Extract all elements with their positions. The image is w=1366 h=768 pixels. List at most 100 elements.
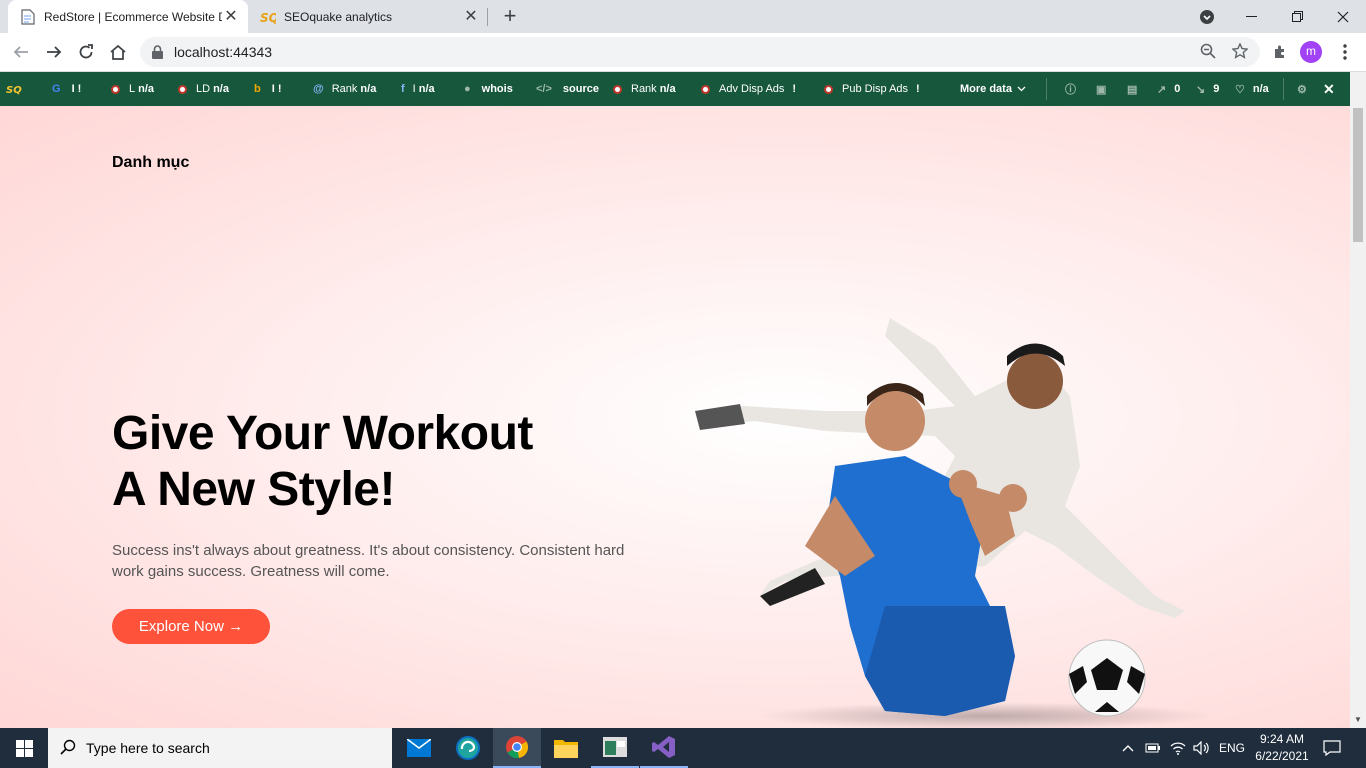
seo-close[interactable]: ✕ [1323,72,1335,106]
seo-item-whois[interactable]: ● whois [464,72,513,106]
seo-item-adv-disp-ads[interactable]: Adv Disp Ads ! [701,72,796,106]
close-icon: ✕ [1323,80,1335,97]
clock-date: 6/22/2021 [1255,749,1309,763]
seo-item-source[interactable]: </> source [536,72,599,106]
tab-title: RedStore | Ecommerce Website D [44,9,222,24]
document-favicon-icon [20,8,36,25]
new-tab-button[interactable]: + [498,5,522,29]
seo-internal-links[interactable]: ↘ 9 [1196,72,1219,106]
notification-icon[interactable] [1323,728,1341,768]
tab-search-icon[interactable] [1190,0,1224,33]
seo-item-google[interactable]: G I ! [52,72,81,106]
tab-title: SEOquake analytics [284,9,393,24]
chevron-down-icon [1017,83,1026,95]
forward-button[interactable] [42,40,66,64]
minimize-button[interactable] [1228,0,1274,33]
seo-info[interactable]: ⓘ [1065,72,1076,106]
search-placeholder: Type here to search [86,740,210,756]
seo-item-pub-disp-ads[interactable]: Pub Disp Ads ! [824,72,920,106]
seo-chart[interactable]: ▤ [1127,72,1137,106]
monitor-icon: ▣ [1096,83,1107,96]
tab-seoquake[interactable]: SQ SEOquake analytics ✕ [248,0,488,33]
seo-item-bing[interactable]: b I ! [254,72,282,106]
google-icon: G [52,83,61,95]
restore-button[interactable] [1274,0,1320,33]
seo-social[interactable]: ♡ n/a [1235,72,1269,106]
lock-icon[interactable] [152,45,163,64]
menu-kebab-icon[interactable] [1333,40,1357,64]
seo-monitor[interactable]: ▣ [1096,72,1106,106]
page-scrollbar[interactable]: ▲ ▼ [1350,72,1366,728]
language-indicator[interactable]: ENG [1219,728,1245,768]
reload-button[interactable] [74,40,98,64]
taskbar-search-box[interactable]: Type here to search [48,728,392,768]
close-tab-icon[interactable]: ✕ [462,8,480,26]
category-menu[interactable]: Danh mục [112,154,189,172]
dot-icon [178,84,187,94]
seo-item-facebook[interactable]: f I n/a [401,72,435,106]
info-icon: ⓘ [1065,84,1076,96]
screen-app-icon[interactable] [591,728,639,768]
seoquake-toolbar: SQ G I ! L n/a LD n/a b I ! @ Rank n/a f… [0,72,1350,106]
dot-icon [613,84,622,94]
wifi-icon[interactable] [1170,728,1186,768]
browser-toolbar: localhost:44343 m [0,33,1366,72]
hero-section: Danh mục Give Your Workout A New Style! … [0,106,1350,728]
zoom-icon[interactable] [1200,43,1216,64]
scrollbar-thumb[interactable] [1353,108,1363,242]
windows-logo-icon [15,739,33,757]
windows-taskbar: Type here to search ENG 9:24 AM 6/22/202… [0,728,1366,768]
headline-line-1: Give Your Workout [112,407,533,460]
file-explorer-icon[interactable] [542,728,590,768]
search-icon [60,739,76,758]
address-bar[interactable]: localhost:44343 [140,37,1260,67]
show-hidden-icons-chevron-icon[interactable] [1122,728,1134,768]
visual-studio-icon[interactable] [640,728,688,768]
home-button[interactable] [106,40,130,64]
hero-headline: Give Your Workout A New Style! [112,406,533,518]
seo-item-links[interactable]: L n/a [111,72,154,106]
hero-subtext: Success ins't always about greatness. It… [112,542,625,580]
svg-text:SQ: SQ [6,85,22,96]
seo-item-rank[interactable]: Rank n/a [613,72,676,106]
seoquake-logo-icon[interactable]: SQ [6,72,24,106]
chart-icon: ▤ [1127,83,1138,96]
facebook-icon: f [401,83,405,95]
seo-item-alexa-rank[interactable]: @ Rank n/a [313,72,376,106]
internal-link-icon: ↘ [1196,83,1206,96]
dot-icon [111,84,120,94]
more-data-dropdown[interactable]: More data [960,72,1026,106]
alexa-icon: @ [313,83,324,95]
close-tab-icon[interactable]: ✕ [222,8,240,26]
system-clock[interactable]: 9:24 AM 6/22/2021 [1250,731,1314,765]
explore-now-button[interactable]: Explore Now → [112,609,270,644]
tab-redstore[interactable]: RedStore | Ecommerce Website D ✕ [8,0,248,33]
start-button[interactable] [0,728,48,768]
battery-icon[interactable] [1145,728,1161,768]
bookmark-star-icon[interactable] [1231,42,1249,64]
external-link-icon: ↗ [1157,83,1167,96]
close-window-button[interactable] [1320,0,1366,33]
back-button[interactable] [9,40,33,64]
url-text[interactable]: localhost:44343 [174,44,272,60]
divider [1046,78,1047,100]
volume-icon[interactable] [1193,728,1209,768]
svg-text:SQ: SQ [260,11,276,24]
mail-app-icon[interactable] [395,728,443,768]
tab-strip: RedStore | Ecommerce Website D ✕ SQ SEOq… [0,0,1366,33]
profile-avatar[interactable]: m [1300,41,1322,63]
headline-line-2: A New Style! [112,463,395,516]
edge-browser-icon[interactable] [444,728,492,768]
chrome-browser-icon[interactable] [493,728,541,768]
seo-item-linking-domains[interactable]: LD n/a [178,72,229,106]
gear-icon: ⚙ [1297,83,1307,96]
extensions-icon[interactable] [1268,40,1292,64]
dot-icon [701,84,710,94]
divider [1283,78,1284,100]
scroll-down-arrow-icon[interactable]: ▼ [1354,715,1362,724]
heart-icon: ♡ [1235,83,1245,96]
bing-icon: b [254,83,261,95]
seo-external-links[interactable]: ↗ 0 [1157,72,1180,106]
clock-time: 9:24 AM [1259,732,1305,746]
seo-settings[interactable]: ⚙ [1297,72,1307,106]
